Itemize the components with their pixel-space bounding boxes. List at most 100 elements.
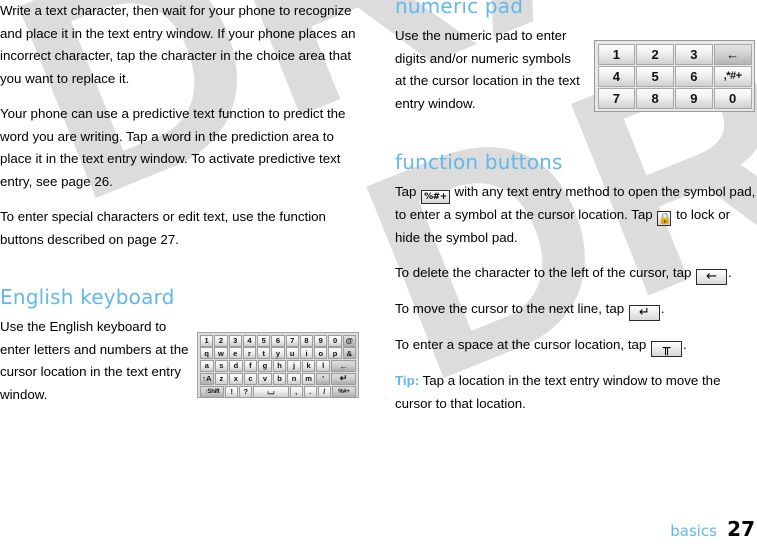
- paragraph-tip: Tip: Tap a location in the text entry wi…: [395, 370, 757, 415]
- english-keyboard-key[interactable]: /: [317, 385, 331, 398]
- symbol-pad-text-before: Tap: [395, 184, 417, 199]
- english-keyboard-key[interactable]: d: [229, 360, 243, 373]
- english-keyboard-key[interactable]: 6: [271, 334, 285, 347]
- english-keyboard-key[interactable]: !: [225, 385, 239, 398]
- english-keyboard-key[interactable]: ↵: [330, 372, 357, 386]
- tip-text: Tap a location in the text entry window …: [395, 373, 721, 411]
- numeric-pad-key[interactable]: 8: [636, 87, 674, 109]
- english-keyboard-key[interactable]: i: [299, 347, 314, 360]
- backspace-icon: ←: [696, 269, 728, 285]
- english-keyboard-key[interactable]: z: [214, 372, 229, 386]
- english-keyboard-row: a s d f g h j k l ←: [200, 360, 357, 373]
- english-keyboard-key[interactable]: u: [285, 347, 299, 360]
- english-keyboard-key[interactable]: c: [243, 372, 258, 386]
- numeric-pad-key[interactable]: 6: [675, 65, 713, 87]
- paragraph-space: To enter a space at the cursor location,…: [395, 334, 757, 357]
- space-text: To enter a space at the cursor location,…: [395, 337, 647, 352]
- numeric-pad-key[interactable]: 4: [597, 65, 636, 87]
- english-keyboard-key[interactable]: q: [200, 347, 214, 360]
- heading-english-keyboard: English keyboard: [0, 285, 175, 309]
- guide-page: Write a text character, then wait for yo…: [0, 0, 757, 546]
- english-keyboard-key[interactable]: 8: [299, 334, 314, 347]
- english-keyboard-key[interactable]: ⌴: [253, 385, 289, 398]
- paragraph-predictive-text: Your phone can use a predictive text fun…: [0, 106, 346, 189]
- english-keyboard-key[interactable]: 0: [328, 334, 342, 347]
- symbol-pad-icon: %#+: [421, 190, 450, 204]
- numeric-pad-row: 1 2 3 ←: [597, 43, 752, 65]
- english-keyboard-key[interactable]: 1: [200, 334, 214, 347]
- english-keyboard-key[interactable]: ↑Shift: [200, 385, 225, 398]
- english-keyboard-key[interactable]: @: [342, 334, 356, 347]
- numeric-pad-graphic: 1 2 3 ← 4 5 6 ,*#+ 7 8 9 0: [594, 40, 755, 112]
- english-keyboard-key[interactable]: s: [214, 360, 229, 373]
- english-keyboard-key[interactable]: 4: [242, 334, 257, 347]
- paragraph-next-line: To move the cursor to the next line, tap…: [395, 298, 757, 321]
- numeric-pad-row: 4 5 6 ,*#+: [597, 65, 752, 87]
- space-period: .: [683, 337, 687, 352]
- english-keyboard-key[interactable]: x: [229, 372, 243, 386]
- english-keyboard-key[interactable]: 3: [228, 334, 242, 347]
- english-keyboard-key[interactable]: 9: [314, 334, 328, 347]
- english-keyboard-key[interactable]: &: [342, 347, 356, 360]
- numeric-pad-key[interactable]: 2: [636, 43, 674, 65]
- english-keyboard-key[interactable]: r: [242, 347, 257, 360]
- paragraph-handwriting: Write a text character, then wait for yo…: [0, 3, 356, 86]
- heading-numeric-pad: numeric pad: [395, 0, 524, 18]
- english-keyboard-key[interactable]: ,: [289, 385, 303, 398]
- numeric-pad-key[interactable]: 9: [675, 87, 713, 109]
- numeric-pad-key[interactable]: 5: [636, 65, 674, 87]
- english-keyboard-key[interactable]: ←: [330, 360, 357, 373]
- numeric-pad-key[interactable]: 3: [675, 43, 713, 65]
- numeric-pad-key[interactable]: ←: [713, 43, 752, 65]
- numeric-pad-key[interactable]: 1: [597, 43, 636, 65]
- english-keyboard-key[interactable]: 7: [285, 334, 299, 347]
- english-keyboard-key[interactable]: a: [200, 360, 214, 373]
- next-line-text: To move the cursor to the next line, tap: [395, 301, 625, 316]
- numeric-pad-key[interactable]: 7: [597, 87, 636, 109]
- numeric-pad-key[interactable]: 0: [713, 87, 752, 109]
- footer-chapter: basics: [670, 522, 717, 540]
- english-keyboard-key[interactable]: l: [316, 360, 330, 373]
- next-line-period: .: [660, 301, 665, 316]
- english-keyboard-key[interactable]: g: [258, 360, 272, 373]
- english-keyboard-key[interactable]: ↑A: [200, 372, 214, 386]
- english-keyboard-key[interactable]: b: [272, 372, 287, 386]
- english-keyboard-key[interactable]: %#+: [331, 385, 356, 398]
- english-keyboard-graphic: 1 2 3 4 5 6 7 8 9 0 @ q w e r t y u i o p & a s d f g h j k l ← ↑A z x c v b n…: [197, 332, 359, 398]
- english-keyboard-key[interactable]: ?: [239, 385, 253, 398]
- english-keyboard-key[interactable]: .: [303, 385, 317, 398]
- english-keyboard-key[interactable]: y: [271, 347, 285, 360]
- english-keyboard-key[interactable]: t: [257, 347, 271, 360]
- english-keyboard-row: ↑A z x c v b n m ' ↵: [200, 372, 357, 386]
- english-keyboard-row: 1 2 3 4 5 6 7 8 9 0 @: [200, 334, 357, 347]
- paragraph-symbol-pad: Tap %#+ with any text entry method to op…: [395, 181, 757, 249]
- numeric-pad-key[interactable]: ,*#+: [713, 65, 752, 87]
- paragraph-delete-character: To delete the character to the left of t…: [395, 262, 757, 285]
- english-keyboard-key[interactable]: 5: [257, 334, 271, 347]
- english-keyboard-row: q w e r t y u i o p &: [200, 347, 357, 360]
- tip-label: Tip:: [395, 373, 420, 388]
- delete-text: To delete the character to the left of t…: [395, 265, 692, 280]
- english-keyboard-key[interactable]: v: [258, 372, 272, 386]
- paragraph-numeric-pad: Use the numeric pad to enter digits and/…: [395, 28, 580, 111]
- lock-icon: 🔒: [657, 211, 673, 226]
- english-keyboard-key[interactable]: o: [314, 347, 328, 360]
- page-footer: basics 27: [0, 512, 757, 546]
- english-keyboard-key[interactable]: n: [287, 372, 301, 386]
- paragraph-special-characters: To enter special characters or edit text…: [0, 209, 326, 247]
- english-keyboard-key[interactable]: k: [301, 360, 316, 373]
- numeric-pad-row: 7890: [597, 87, 752, 109]
- english-keyboard-key[interactable]: j: [287, 360, 301, 373]
- english-keyboard-key[interactable]: 2: [214, 334, 228, 347]
- english-keyboard-key[interactable]: ': [316, 372, 330, 386]
- return-icon: ↵: [628, 305, 660, 321]
- english-keyboard-key[interactable]: e: [228, 347, 242, 360]
- delete-text-period: .: [728, 265, 732, 280]
- english-keyboard-key[interactable]: p: [328, 347, 342, 360]
- english-keyboard-key[interactable]: m: [301, 372, 316, 386]
- english-keyboard-key[interactable]: f: [243, 360, 258, 373]
- heading-function-buttons: function buttons: [395, 150, 563, 174]
- english-keyboard-key[interactable]: h: [272, 360, 287, 373]
- english-keyboard-key[interactable]: w: [214, 347, 228, 360]
- paragraph-english-keyboard: Use the English keyboard to enter letter…: [0, 319, 189, 402]
